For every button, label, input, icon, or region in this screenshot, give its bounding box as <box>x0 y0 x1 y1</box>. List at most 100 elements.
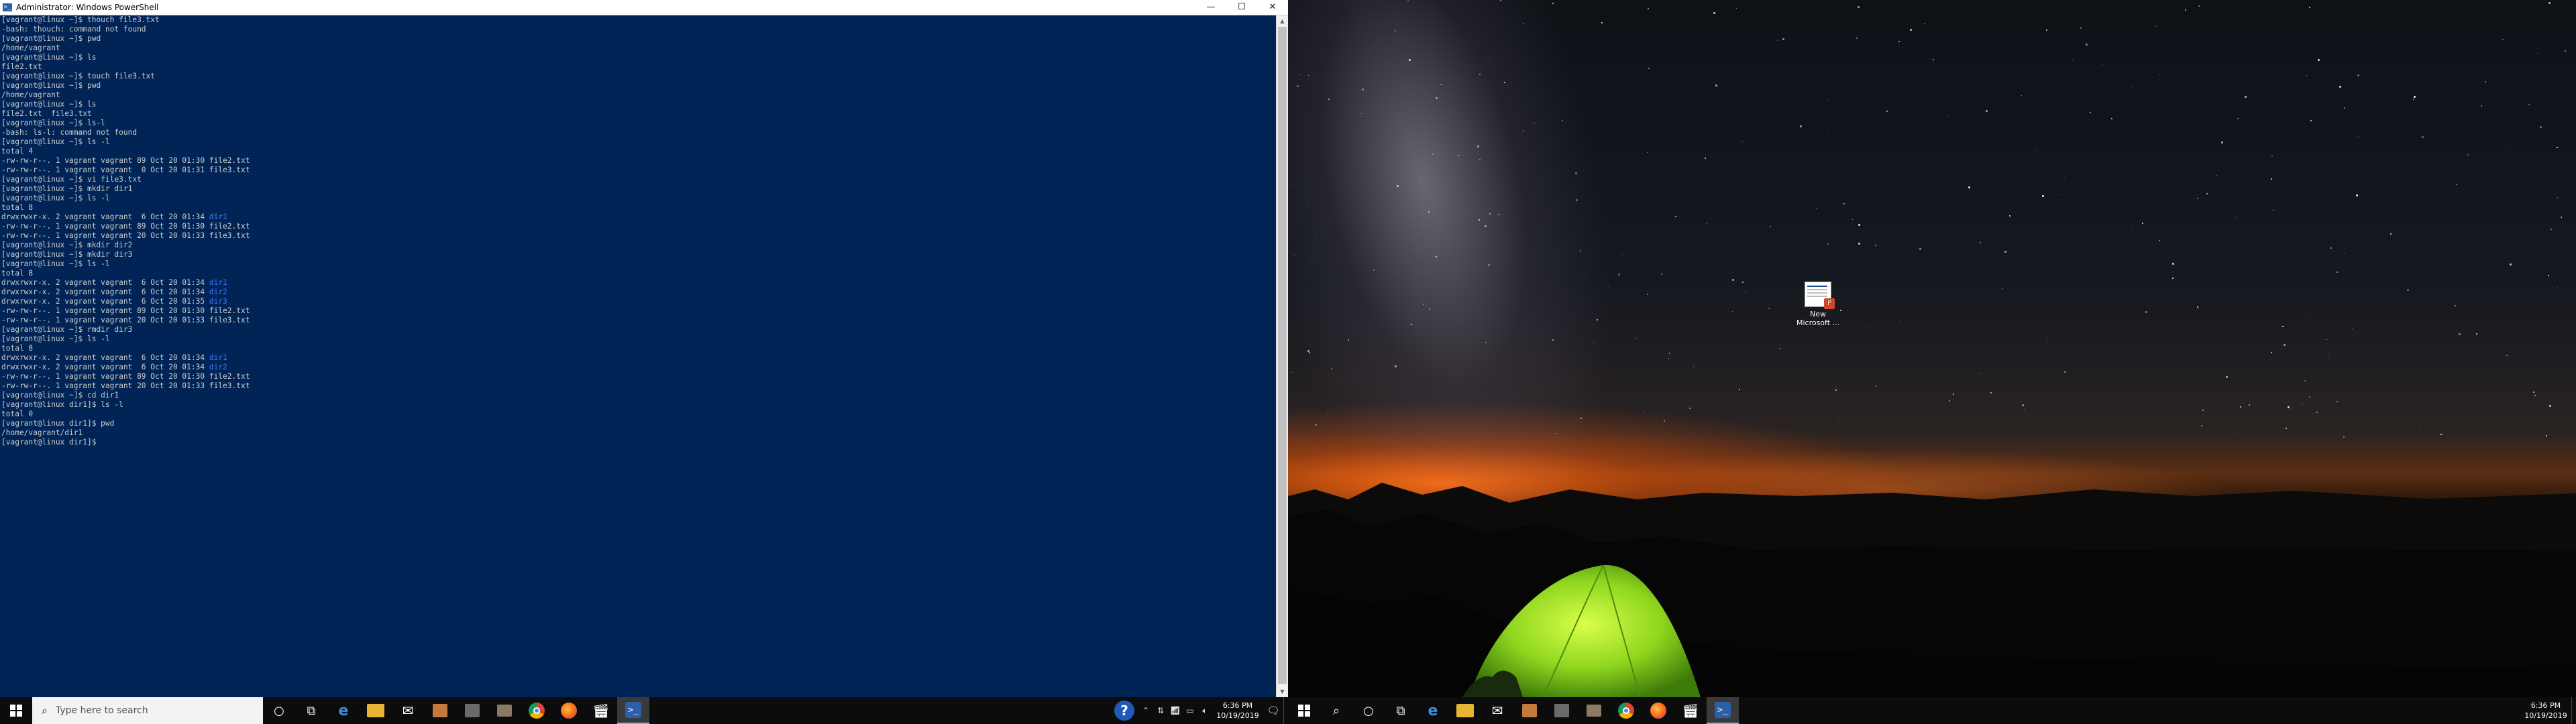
star <box>1858 224 1860 226</box>
powershell-taskbar-button[interactable]: >_ <box>1707 697 1739 724</box>
windows-start-icon[interactable] <box>0 697 32 724</box>
star <box>1498 214 1499 215</box>
terminal-line: drwxrwxr-x. 2 vagrant vagrant 6 Oct 20 0… <box>1 288 227 296</box>
terminal-line: [vagrant@linux ~]$ ls <box>1 100 97 109</box>
mail-icon[interactable]: ✉ <box>1481 697 1513 724</box>
star <box>1432 154 1434 155</box>
video-editor-icon[interactable]: 🎬︎ <box>585 697 617 724</box>
star <box>1852 219 1853 220</box>
star <box>2390 233 2392 235</box>
terminal-line: total 0 <box>1 410 34 418</box>
action-center-icon[interactable]: 🗨︎ <box>1263 697 1283 724</box>
tool-icon[interactable] <box>1546 697 1578 724</box>
clock-date: 10/19/2019 <box>1216 711 1259 720</box>
mail-icon[interactable]: ✉ <box>392 697 424 724</box>
maximize-button[interactable]: ☐ <box>1226 0 1257 15</box>
store-icon[interactable] <box>1513 697 1546 724</box>
file-explorer-icon[interactable] <box>1449 697 1481 724</box>
star <box>2467 154 2469 156</box>
camera-icon[interactable] <box>488 697 521 724</box>
window-titlebar[interactable]: >_ Administrator: Windows PowerShell — ☐… <box>0 0 1288 15</box>
star <box>1661 274 1662 275</box>
star <box>1664 420 1665 422</box>
wifi-icon[interactable]: 📶︎ <box>1168 697 1183 724</box>
edge-icon[interactable]: e <box>327 697 360 724</box>
help-icon[interactable]: ? <box>1114 701 1134 721</box>
taskbar-search-box[interactable]: ⌕ Type here to search <box>32 697 263 724</box>
firefox-icon[interactable] <box>553 697 585 724</box>
task-view-icon[interactable]: ⧉ <box>295 697 327 724</box>
star <box>1362 88 1364 90</box>
star <box>1411 324 1412 325</box>
star <box>1395 30 1396 32</box>
star <box>2090 112 2091 113</box>
star <box>1331 368 1332 369</box>
terminal-line: [vagrant@linux ~]$ ls -l <box>1 259 110 268</box>
star <box>2414 96 2416 98</box>
star <box>2086 44 2088 46</box>
network-icon[interactable]: ⇅ <box>1153 697 1168 724</box>
show-desktop-button[interactable] <box>2571 697 2576 724</box>
tool-icon[interactable] <box>456 697 488 724</box>
star <box>1898 41 1900 42</box>
store-icon[interactable] <box>424 697 456 724</box>
vertical-scrollbar[interactable]: ▲ ▼ <box>1276 15 1288 697</box>
terminal-output[interactable]: [vagrant@linux ~]$ thouch file3.txt -bash… <box>0 15 1276 697</box>
window-controls: — ☐ ✕ <box>1195 0 1288 15</box>
star <box>2286 428 2287 429</box>
star <box>1910 29 1912 31</box>
show-desktop-button[interactable] <box>1283 697 1288 724</box>
star <box>1327 414 1328 415</box>
star <box>2326 339 2327 340</box>
chevron-up-icon[interactable]: ⌃ <box>1138 697 1153 724</box>
chrome-icon[interactable] <box>521 697 553 724</box>
star <box>1648 8 1649 9</box>
close-button[interactable]: ✕ <box>1257 0 1288 15</box>
cortana-icon[interactable]: ○ <box>1352 697 1385 724</box>
camera-icon[interactable] <box>1578 697 1610 724</box>
minimize-button[interactable]: — <box>1195 0 1226 15</box>
windows-start-icon[interactable] <box>1288 697 1320 724</box>
star <box>2309 396 2310 398</box>
terminal-line: drwxrwxr-x. 2 vagrant vagrant 6 Oct 20 0… <box>1 213 227 221</box>
terminal-line: drwxrwxr-x. 2 vagrant vagrant 6 Oct 20 0… <box>1 353 227 362</box>
star <box>1924 23 1925 24</box>
star <box>2206 193 2208 194</box>
terminal-line: [vagrant@linux dir1]$ pwd <box>1 419 115 428</box>
video-editor-icon[interactable]: 🎬︎ <box>1674 697 1707 724</box>
terminal-line: -rw-rw-r--. 1 vagrant vagrant 20 Oct 20 … <box>1 381 250 390</box>
task-view-icon[interactable]: ⧉ <box>1385 697 1417 724</box>
search-icon[interactable]: ⌕ <box>1320 697 1352 724</box>
battery-icon[interactable]: ▭ <box>1183 697 1197 724</box>
chrome-icon[interactable] <box>1610 697 1642 724</box>
terminal-line: [vagrant@linux ~]$ pwd <box>1 34 101 43</box>
star <box>2197 306 2198 308</box>
cortana-icon[interactable]: ○ <box>263 697 295 724</box>
star <box>2506 355 2508 356</box>
star <box>2502 39 2504 40</box>
desktop-shortcut[interactable]: P New Microsoft ... <box>1794 282 1841 327</box>
star <box>2185 9 2186 11</box>
scrollbar-thumb[interactable] <box>1278 27 1287 684</box>
powershell-window[interactable]: >_ Administrator: Windows PowerShell — ☐… <box>0 0 1288 697</box>
volume-icon[interactable]: 🔈︎ <box>1197 697 1212 724</box>
desktop-wallpaper: P New Microsoft ... <box>1288 0 2576 697</box>
powershell-taskbar-button[interactable]: >_ <box>617 697 649 724</box>
star <box>1980 242 1981 243</box>
scroll-down-arrow-icon[interactable]: ▼ <box>1277 686 1288 697</box>
star <box>1315 237 1316 238</box>
star <box>1328 99 1330 100</box>
edge-icon[interactable]: e <box>1417 697 1449 724</box>
powershell-icon[interactable]: >_ <box>3 3 12 11</box>
file-explorer-icon[interactable] <box>360 697 392 724</box>
taskbar-clock[interactable]: 6:36 PM 10/19/2019 <box>1212 701 1263 721</box>
star <box>1745 291 1746 292</box>
star <box>1900 320 1901 321</box>
taskbar-clock[interactable]: 6:36 PM 10/19/2019 <box>2520 701 2571 721</box>
star <box>1423 304 1424 305</box>
star <box>2004 251 2006 253</box>
terminal-line: -rw-rw-r--. 1 vagrant vagrant 89 Oct 20 … <box>1 306 250 315</box>
star <box>2226 376 2228 378</box>
firefox-icon[interactable] <box>1642 697 1674 724</box>
scroll-up-arrow-icon[interactable]: ▲ <box>1277 15 1288 27</box>
